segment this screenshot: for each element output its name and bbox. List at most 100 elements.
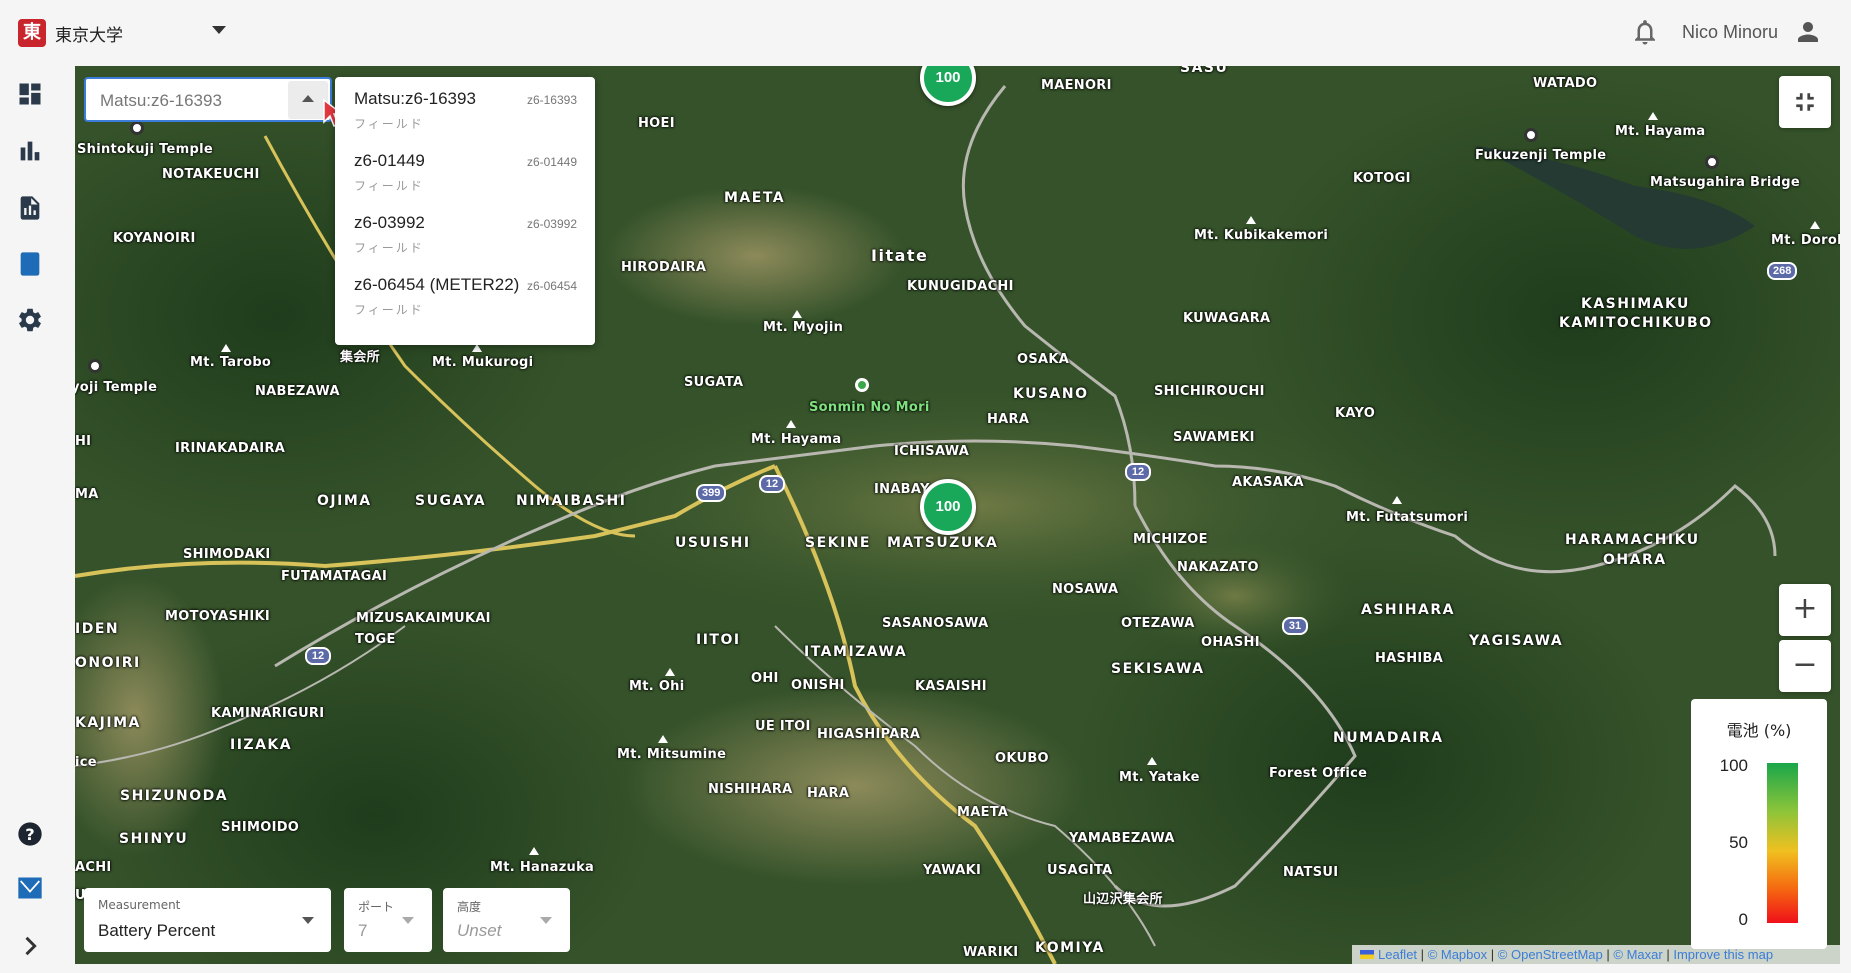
org-switcher-caret-icon[interactable] [212, 26, 226, 34]
option-name: z6-01449 [354, 151, 425, 170]
map-label: MAENORI [1041, 78, 1112, 93]
user-avatar-icon[interactable] [1793, 16, 1823, 48]
battery-legend: 電池 (%) 100 50 0 [1691, 699, 1827, 949]
peak-icon [792, 310, 802, 318]
legend-title: 電池 (%) [1726, 721, 1792, 740]
maxar-link[interactable]: © Maxar [1613, 947, 1662, 962]
legend-color-scale [1767, 763, 1798, 923]
osm-link[interactable]: © OpenStreetMap [1498, 947, 1603, 962]
temple-poi-icon[interactable] [1524, 128, 1538, 142]
chevron-down-icon [302, 917, 314, 924]
option-name: z6-03992 [354, 213, 425, 232]
map-label: WARIKI [963, 945, 1019, 960]
peak-icon [221, 344, 231, 352]
map-label: NUMADAIRA [1333, 730, 1444, 746]
map-label: Mt. Mitsumine [617, 747, 727, 762]
improve-map-link[interactable]: Improve this map [1673, 947, 1773, 962]
dropdown-option[interactable]: z6-06454 (METER22) z6-06454 フィールド [335, 263, 595, 325]
route-shield: 12 [759, 475, 785, 493]
option-code: z6-01449 [526, 155, 577, 169]
map-label: TOGE [355, 632, 396, 647]
map-label: MATSUZUKA [887, 535, 999, 551]
sensor-marker[interactable]: 100 [920, 479, 976, 535]
map-label: KOMIYA [1035, 940, 1105, 956]
map-label: KUSANO [1013, 386, 1089, 402]
map-label: NATSUI [1283, 865, 1339, 880]
peak-icon [529, 847, 539, 855]
map-label: ONISHI [791, 678, 845, 693]
map-label: Matsugahira Bridge [1650, 175, 1801, 190]
org-logo[interactable]: 東 [18, 19, 46, 47]
map-label: MAETA [724, 190, 786, 206]
map-label: 集会所 [340, 350, 380, 365]
temple-poi-icon[interactable] [88, 359, 102, 373]
map-label: HIRODAIRA [621, 260, 707, 275]
map-label: Mt. Yatake [1119, 770, 1200, 785]
map-label: MICHIZOE [1133, 532, 1208, 547]
map-label: IRINAKADAIRA [175, 441, 286, 456]
exit-fullscreen-button[interactable] [1779, 76, 1831, 128]
height-select[interactable]: 高度 Unset [443, 888, 570, 952]
map-label: USAGITA [1047, 863, 1113, 878]
brand-logo-icon[interactable] [16, 874, 44, 902]
sensor-search-input[interactable] [100, 90, 270, 112]
mapbox-link[interactable]: © Mapbox [1428, 947, 1487, 962]
top-bar: 東 東京大学 Nico Minoru [0, 0, 1851, 66]
bar-chart-icon[interactable] [16, 137, 44, 165]
report-icon[interactable] [16, 194, 44, 222]
map-label: YAMABEZAWA [1069, 831, 1175, 846]
sensor-search-field[interactable] [84, 77, 332, 122]
measurement-select[interactable]: Measurement Battery Percent [84, 888, 331, 952]
legend-tick: 0 [1738, 910, 1748, 929]
option-name: Matsu:z6-16393 [354, 89, 476, 108]
help-icon[interactable]: ? [16, 820, 44, 848]
option-type: フィールド [354, 117, 424, 131]
map-label: Forest Office [1269, 766, 1368, 781]
map-label: NIMAIBASHI [516, 493, 627, 509]
dashboard-icon[interactable] [16, 80, 44, 108]
port-label: ポート [358, 900, 395, 914]
map-label: OHARA [1603, 552, 1667, 568]
chevron-down-icon [540, 917, 552, 924]
leaflet-link[interactable]: Leaflet [1378, 947, 1417, 962]
route-shield: 268 [1767, 262, 1798, 280]
map-label: SEKINE [805, 535, 871, 551]
chevron-down-icon [402, 917, 414, 924]
map-label: SHICHIROUCHI [1154, 384, 1265, 399]
bridge-poi-icon[interactable] [1705, 155, 1719, 169]
org-name[interactable]: 東京大学 [55, 21, 123, 46]
ukraine-flag-icon [1360, 950, 1374, 959]
map-label: AKASAKA [1232, 475, 1304, 490]
map-label: HOEI [638, 116, 675, 131]
gear-icon[interactable] [16, 306, 44, 334]
park-poi-icon[interactable] [855, 378, 869, 392]
peak-icon [1246, 216, 1256, 224]
map-label: NOTAKEUCHI [162, 167, 260, 182]
map-label: ICHISAWA [894, 444, 970, 459]
temple-poi-icon[interactable] [130, 121, 144, 135]
map-label: SASANOSAWA [882, 616, 989, 631]
zoom-in-button[interactable]: + [1779, 584, 1831, 636]
dropdown-option[interactable]: z6-03992 z6-03992 フィールド [335, 201, 595, 263]
map-label: WATADO [1533, 76, 1598, 91]
port-select[interactable]: ポート 7 [344, 888, 432, 952]
map-label: Mt. Kubikakemori [1194, 228, 1329, 243]
user-name[interactable]: Nico Minoru [1682, 22, 1778, 43]
notification-bell-icon[interactable] [1630, 16, 1660, 48]
map-label: SHIMOIDO [221, 820, 300, 835]
map-label: NAKAZATO [1177, 560, 1259, 575]
dropdown-option[interactable]: z6-01449 z6-01449 フィールド [335, 139, 595, 201]
map-label: KASAISHI [915, 679, 987, 694]
map-label: OHASHI [1201, 635, 1260, 650]
map-label: SASU [1180, 66, 1229, 76]
zoom-out-button[interactable]: − [1779, 640, 1831, 692]
map-label: Mt. Hanazuka [490, 860, 595, 875]
map-label: OSAKA [1017, 352, 1070, 367]
dropdown-option[interactable]: Matsu:z6-16393 z6-16393 フィールド [335, 77, 595, 139]
notebook-icon[interactable] [16, 250, 44, 278]
map-label: SUGAYA [415, 493, 487, 509]
map-label: NISHIHARA [708, 782, 793, 797]
map-label: ITAMIZAWA [804, 644, 908, 660]
chevron-right-icon[interactable] [16, 932, 44, 960]
peak-icon [658, 735, 668, 743]
